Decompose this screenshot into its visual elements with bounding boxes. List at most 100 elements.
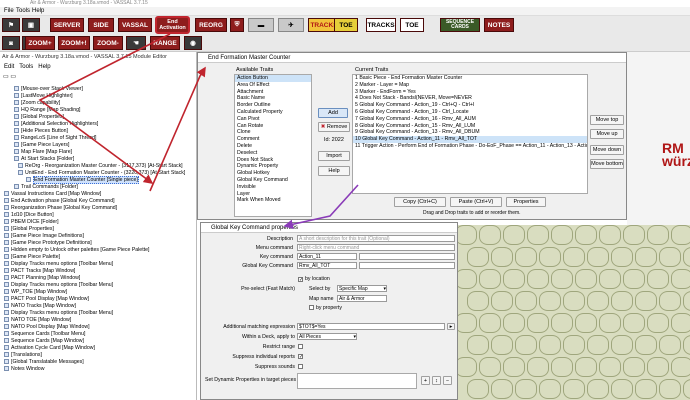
- tree-item[interactable]: Display Tracks menu options [Toolbar Men…: [4, 261, 113, 268]
- move-property-icon[interactable]: ↕: [432, 376, 441, 385]
- available-trait-item[interactable]: Basic Name: [235, 95, 311, 102]
- tree-item[interactable]: At Start Stacks [Folder]: [14, 156, 74, 163]
- tree-item[interactable]: Display Tracks menu options [Toolbar Men…: [4, 282, 113, 289]
- by-property-checkbox[interactable]: [309, 305, 314, 310]
- tree-item[interactable]: PACT Tracks [Map Window]: [4, 268, 75, 275]
- move-bottom-button[interactable]: Move bottom: [590, 159, 624, 169]
- paste-button[interactable]: Paste (Ctrl+V): [450, 197, 502, 207]
- toe-button-1[interactable]: TOE: [334, 18, 358, 32]
- menu-tools[interactable]: Tools: [16, 8, 30, 14]
- side-button[interactable]: SIDE: [88, 18, 114, 32]
- gkc-input[interactable]: Rmv_All_TOT: [297, 262, 357, 269]
- tree-item[interactable]: NATO Pool Display [Map Window]: [4, 324, 90, 331]
- current-trait-item[interactable]: 3 Marker - EndForm = Yes: [353, 89, 587, 96]
- tree-item[interactable]: PACT Pool Display [Map Window]: [4, 296, 89, 303]
- tree-item[interactable]: Map Flare [Map Flare]: [14, 149, 72, 156]
- available-trait-item[interactable]: Global Key Command: [235, 177, 311, 184]
- tree-item[interactable]: [Game Piece Layers]: [14, 142, 69, 149]
- current-trait-item[interactable]: 9 Global Key Command - Action_13 - Rmv_A…: [353, 129, 587, 136]
- tree-item[interactable]: [LastMove Highlighter]: [14, 93, 73, 100]
- available-trait-item[interactable]: Can Rotate: [235, 123, 311, 130]
- by-location-checkbox[interactable]: ✓: [298, 277, 303, 283]
- menu-help[interactable]: Help: [32, 8, 44, 14]
- available-trait-item[interactable]: Can Pivot: [235, 116, 311, 123]
- tree-item[interactable]: HQ Range [Map Shading]: [14, 107, 80, 114]
- current-trait-item[interactable]: 2 Marker - Layer = Map: [353, 82, 587, 89]
- available-trait-item[interactable]: Attachment: [235, 89, 311, 96]
- zoom-in-button[interactable]: ZOOM+: [25, 36, 55, 50]
- current-trait-item[interactable]: 4 Does Not Stack - Bandsl(NEVER, Move=NE…: [353, 95, 587, 102]
- tree-item[interactable]: PBEM DICE [Folder]: [4, 219, 59, 226]
- map-name-input[interactable]: Air & Armor: [337, 295, 387, 302]
- range-button[interactable]: RANGE: [150, 36, 180, 50]
- available-trait-item[interactable]: Border Outline: [235, 102, 311, 109]
- available-trait-item[interactable]: Mark When Moved: [235, 197, 311, 204]
- key-command-keystroke[interactable]: [359, 253, 455, 260]
- select-by-dropdown[interactable]: Specific Map ▾: [337, 285, 387, 292]
- available-trait-item[interactable]: Comment: [235, 136, 311, 143]
- tree-item[interactable]: [Additional Selection Highlighters]: [14, 121, 98, 128]
- available-trait-item[interactable]: Invisible: [235, 184, 311, 191]
- tree-item[interactable]: Sequence Cards [Toolbar Menu]: [4, 331, 85, 338]
- current-trait-item[interactable]: 8 Global Key Command - Action_15 - Rmv_A…: [353, 123, 587, 130]
- shield-icon[interactable]: ⛨: [230, 18, 244, 32]
- key-command-input[interactable]: Action_11: [297, 253, 357, 260]
- plane-icon[interactable]: ✈: [278, 18, 304, 32]
- tree-item[interactable]: [Mouse-over Stack Viewer]: [14, 86, 83, 93]
- tree-item[interactable]: Trail Commands [Folder]: [14, 184, 78, 191]
- reorg-button[interactable]: REORG: [195, 18, 227, 32]
- gkc-keystroke[interactable]: [359, 262, 455, 269]
- camera-icon[interactable]: ◙: [2, 36, 20, 50]
- tree-item[interactable]: [Game Piece Image Definitions]: [4, 233, 84, 240]
- current-trait-item[interactable]: 11 Trigger Action - Perform End of Forma…: [353, 143, 587, 150]
- tree-item[interactable]: End Activation phase [Global Key Command…: [4, 198, 115, 205]
- copy-button[interactable]: Copy (Ctrl+C): [394, 197, 446, 207]
- hand-icon[interactable]: ☚: [126, 36, 146, 50]
- tree-item[interactable]: Vassal Instructions Card [Map Window]: [4, 191, 101, 198]
- tree-item[interactable]: WP_TOE [Map Window]: [4, 289, 67, 296]
- tree-item[interactable]: Display Tracks menu options [Toolbar Men…: [4, 310, 113, 317]
- current-trait-item[interactable]: 6 Global Key Command - Action_19 - Ctrl_…: [353, 109, 587, 116]
- current-trait-item[interactable]: 7 Global Key Command - Action_16 - Rmv_A…: [353, 116, 587, 123]
- tree-item[interactable]: PACT Planning [Map Window]: [4, 275, 80, 282]
- end-activation-button[interactable]: End Activation: [155, 16, 190, 34]
- restrict-range-checkbox[interactable]: [298, 344, 303, 349]
- import-button[interactable]: Import: [318, 151, 350, 161]
- tree-item[interactable]: [Game Piece Palette]: [4, 254, 60, 261]
- tree-item[interactable]: NATO TOE [Map Window]: [4, 317, 71, 324]
- tree-item[interactable]: [Global Translatable Messages]: [4, 359, 84, 366]
- add-trait-button[interactable]: Add: [318, 108, 348, 118]
- move-down-button[interactable]: Move down: [590, 145, 624, 155]
- save-icon[interactable]: ▣: [22, 18, 40, 32]
- available-traits-list[interactable]: Action Button Area Of Effect Attachment Bas…: [234, 74, 312, 217]
- toe-button-2[interactable]: TOE: [400, 18, 424, 32]
- available-trait-item[interactable]: Global Hotkey: [235, 170, 311, 177]
- tree-item[interactable]: [Game Piece Prototype Definitions]: [4, 240, 92, 247]
- tree-item[interactable]: RangeLoS [Line of Sight Thread]: [14, 135, 96, 142]
- menu-command-input[interactable]: Right-click menu command: [297, 244, 455, 251]
- remove-trait-button[interactable]: ✖ Remove: [318, 122, 350, 132]
- tree-item[interactable]: [Hide Pieces Button]: [14, 128, 68, 135]
- add-property-icon[interactable]: +: [421, 376, 430, 385]
- tracks-button-2[interactable]: TRACKS: [366, 18, 396, 32]
- editor-save-icon[interactable]: ▭ ▭: [3, 74, 16, 80]
- editor-menu-help[interactable]: Help: [38, 64, 50, 70]
- tree-item[interactable]: [Global Properties]: [14, 114, 64, 121]
- tank-icon[interactable]: ▬: [248, 18, 274, 32]
- tree-item[interactable]: [Zoom capability]: [14, 100, 60, 107]
- move-top-button[interactable]: Move top: [590, 115, 624, 125]
- available-trait-item[interactable]: Action Button: [235, 75, 311, 82]
- editor-menu-edit[interactable]: Edit: [4, 64, 14, 70]
- notes-button[interactable]: NOTES: [484, 18, 514, 32]
- zoom-out-button[interactable]: ZOOM-: [93, 36, 123, 50]
- tree-item[interactable]: NATO Tracks [Map Window]: [4, 303, 76, 310]
- help-button[interactable]: Help: [318, 166, 350, 176]
- properties-button[interactable]: Properties: [506, 197, 546, 207]
- tree-item[interactable]: 1d10 [Dice Button]: [4, 212, 54, 219]
- eye-icon[interactable]: ◉: [184, 36, 202, 50]
- vassal-button[interactable]: VASSAL: [118, 18, 152, 32]
- available-trait-item[interactable]: Dynamic Property: [235, 163, 311, 170]
- server-button[interactable]: SERVER: [50, 18, 84, 32]
- available-trait-item[interactable]: Layer: [235, 191, 311, 198]
- tree-item[interactable]: Reorganization Phase [Global Key Command…: [4, 205, 117, 212]
